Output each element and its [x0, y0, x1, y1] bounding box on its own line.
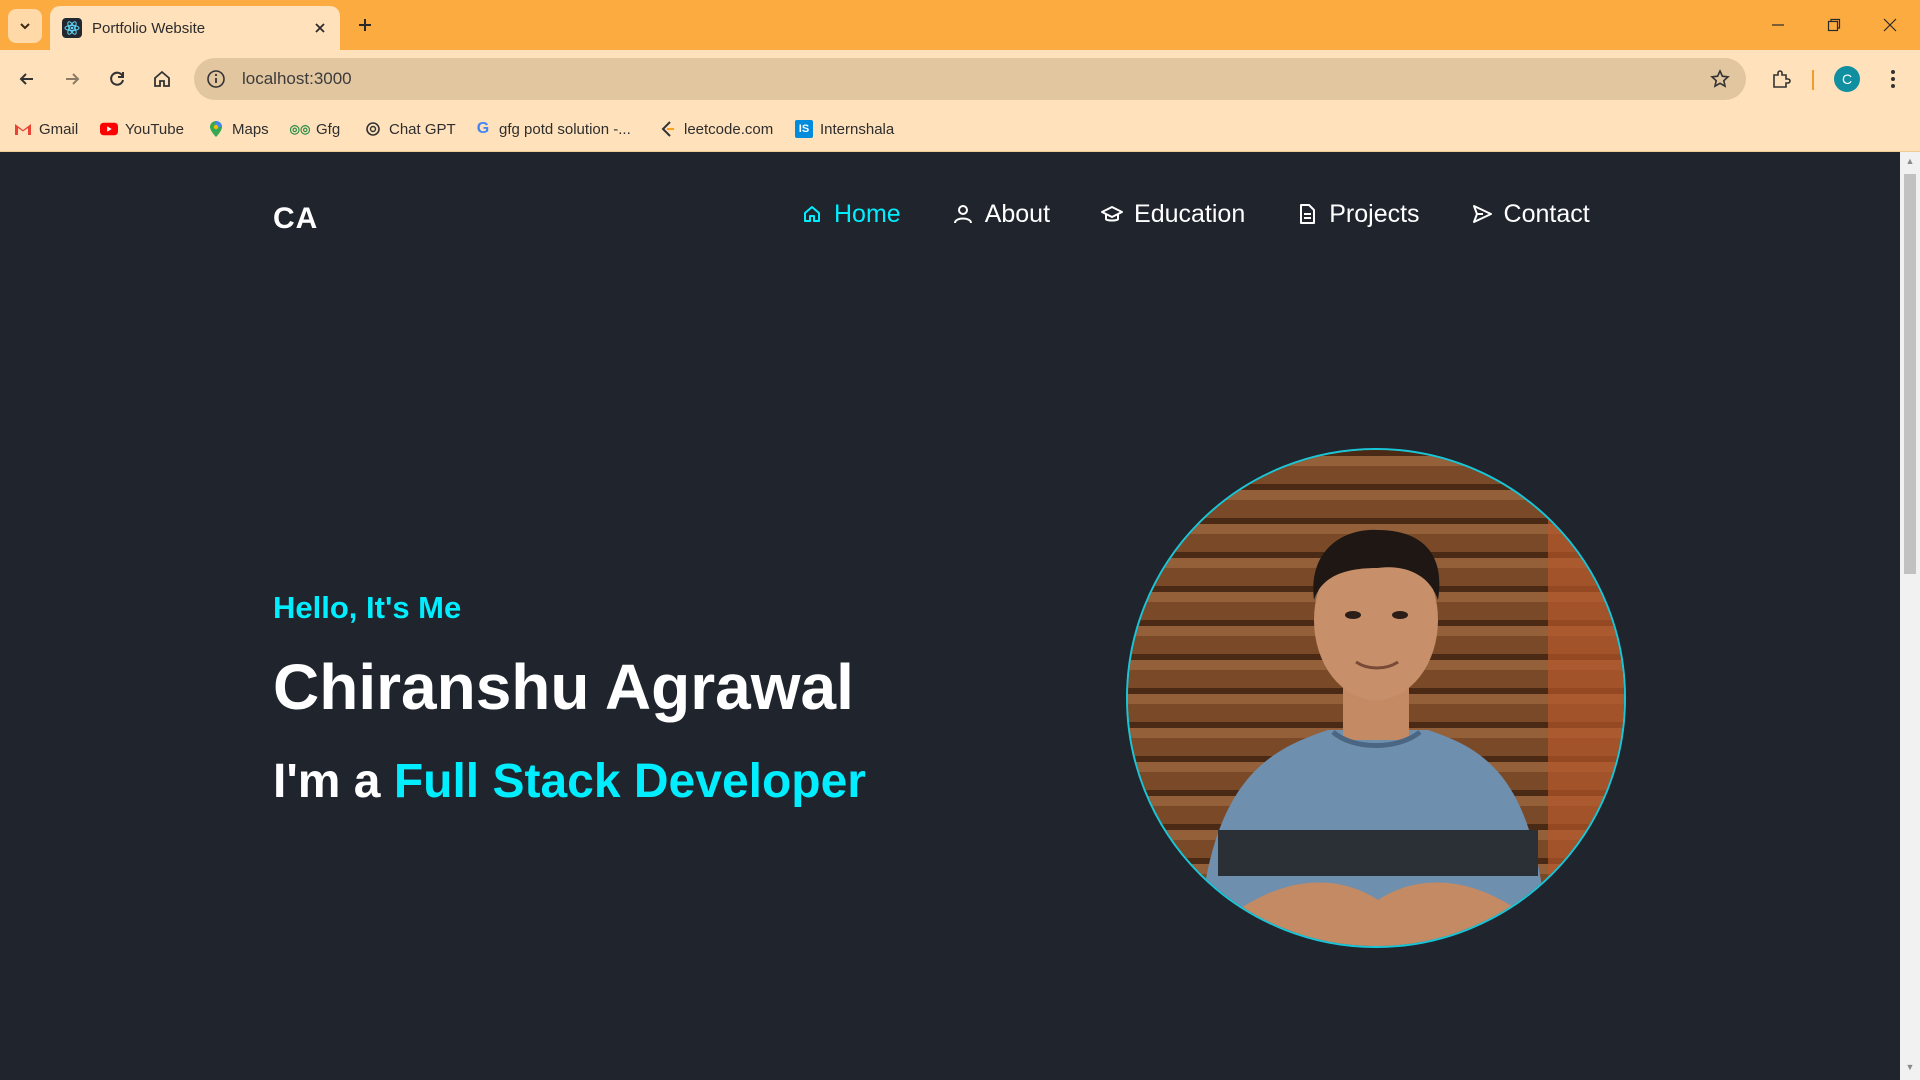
minimize-button[interactable] [1758, 10, 1798, 40]
bookmark-gfg-potd[interactable]: G gfg potd solution -... [474, 116, 631, 142]
profile-avatar[interactable]: C [1834, 66, 1860, 92]
chevron-down-icon [20, 23, 30, 30]
minimize-icon [1772, 24, 1784, 26]
home-button[interactable] [145, 62, 179, 96]
internshala-icon: IS [795, 120, 813, 138]
hero-role: I'm a Full Stack Developer [273, 754, 866, 809]
chatgpt-icon [364, 120, 382, 138]
send-icon [1470, 202, 1494, 226]
bookmark-label: Gfg [316, 120, 341, 138]
forward-button[interactable] [55, 62, 89, 96]
bookmark-gmail[interactable]: Gmail [14, 116, 78, 142]
bookmark-label: gfg potd solution -... [499, 120, 631, 138]
profile-photo [1126, 448, 1626, 948]
bookmark-label: Chat GPT [389, 120, 456, 138]
hero-greeting: Hello, It's Me [273, 590, 462, 625]
kebab-menu-icon [1891, 70, 1895, 88]
tab-search-button[interactable] [8, 9, 42, 43]
hero-role-prefix: I'm a [273, 755, 381, 808]
restore-icon [1827, 18, 1841, 32]
nav-contact[interactable]: Contact [1470, 200, 1590, 229]
puzzle-icon [1773, 70, 1791, 88]
arrow-right-icon [66, 73, 80, 85]
arrow-left-icon [19, 73, 33, 85]
tab-title: Portfolio Website [92, 19, 206, 37]
close-icon [1883, 18, 1897, 32]
site-logo[interactable]: CA [273, 202, 318, 236]
home-icon [800, 202, 824, 226]
page-viewport: CA Home About Education Projects Contact… [0, 152, 1900, 1080]
reload-button[interactable] [100, 62, 134, 96]
back-button[interactable] [10, 62, 44, 96]
bookmark-youtube[interactable]: YouTube [100, 116, 184, 142]
restore-button[interactable] [1814, 10, 1854, 40]
nav-label: Contact [1503, 199, 1590, 228]
plus-icon [359, 19, 371, 31]
hero-role-highlight: Full Stack Developer [393, 755, 866, 808]
bookmark-label: Maps [232, 120, 269, 138]
address-bar[interactable]: localhost:3000 [194, 58, 1746, 100]
nav-about[interactable]: About [951, 200, 1050, 229]
bookmark-leetcode[interactable]: leetcode.com [659, 116, 773, 142]
nav-home[interactable]: Home [800, 200, 901, 229]
nav-label: Projects [1329, 199, 1420, 228]
close-window-button[interactable] [1870, 10, 1910, 40]
react-icon [62, 18, 82, 38]
youtube-icon [100, 120, 118, 138]
bookmark-label: Gmail [39, 120, 79, 138]
nav-label: Home [834, 199, 901, 228]
home-icon [154, 70, 170, 87]
document-icon [1295, 202, 1319, 226]
browser-menu-button[interactable] [1878, 62, 1908, 96]
toolbar-divider [1812, 70, 1814, 90]
scroll-down-arrow-icon[interactable]: ▼ [1905, 1062, 1915, 1072]
gmail-icon [14, 120, 32, 138]
bookmark-maps[interactable]: Maps [207, 116, 269, 142]
maps-icon [207, 120, 225, 138]
graduation-cap-icon [1100, 202, 1124, 226]
bookmark-internshala[interactable]: IS Internshala [795, 116, 894, 142]
browser-tab[interactable]: Portfolio Website [50, 6, 340, 50]
bookmark-label: Internshala [820, 120, 895, 138]
bookmark-gfg[interactable]: ◎◎ Gfg [289, 116, 341, 142]
bookmark-star-icon[interactable] [1708, 67, 1732, 91]
site-info-icon[interactable] [204, 67, 228, 91]
browser-title-bar: Portfolio Website [0, 0, 1920, 50]
close-tab-icon[interactable] [310, 18, 330, 38]
nav-education[interactable]: Education [1100, 200, 1245, 229]
scroll-up-arrow-icon[interactable]: ▲ [1905, 156, 1915, 166]
extensions-button[interactable] [1764, 62, 1798, 96]
nav-label: About [984, 199, 1051, 228]
user-icon [951, 202, 975, 226]
bookmarks-bar: Gmail YouTube Maps ◎◎ Gfg Chat GPT G gfg… [0, 108, 1920, 152]
site-navbar: Home About Education Projects Contact [800, 194, 1590, 234]
nav-projects[interactable]: Projects [1295, 199, 1420, 229]
reload-icon [110, 71, 124, 86]
nav-label: Education [1134, 199, 1246, 228]
hero-name: Chiranshu Agrawal [273, 651, 854, 723]
page-scrollbar[interactable]: ▲ ▼ [1900, 152, 1920, 1080]
leetcode-icon [659, 120, 677, 138]
scroll-thumb[interactable] [1904, 174, 1916, 574]
bookmark-chatgpt[interactable]: Chat GPT [364, 116, 456, 142]
browser-toolbar: localhost:3000 C [0, 50, 1920, 108]
bookmark-label: leetcode.com [684, 120, 774, 138]
url-text[interactable]: localhost:3000 [242, 69, 352, 89]
gfg-icon: ◎◎ [289, 122, 311, 136]
bookmark-label: YouTube [125, 120, 184, 138]
google-icon: G [476, 120, 490, 137]
new-tab-button[interactable] [352, 12, 378, 38]
